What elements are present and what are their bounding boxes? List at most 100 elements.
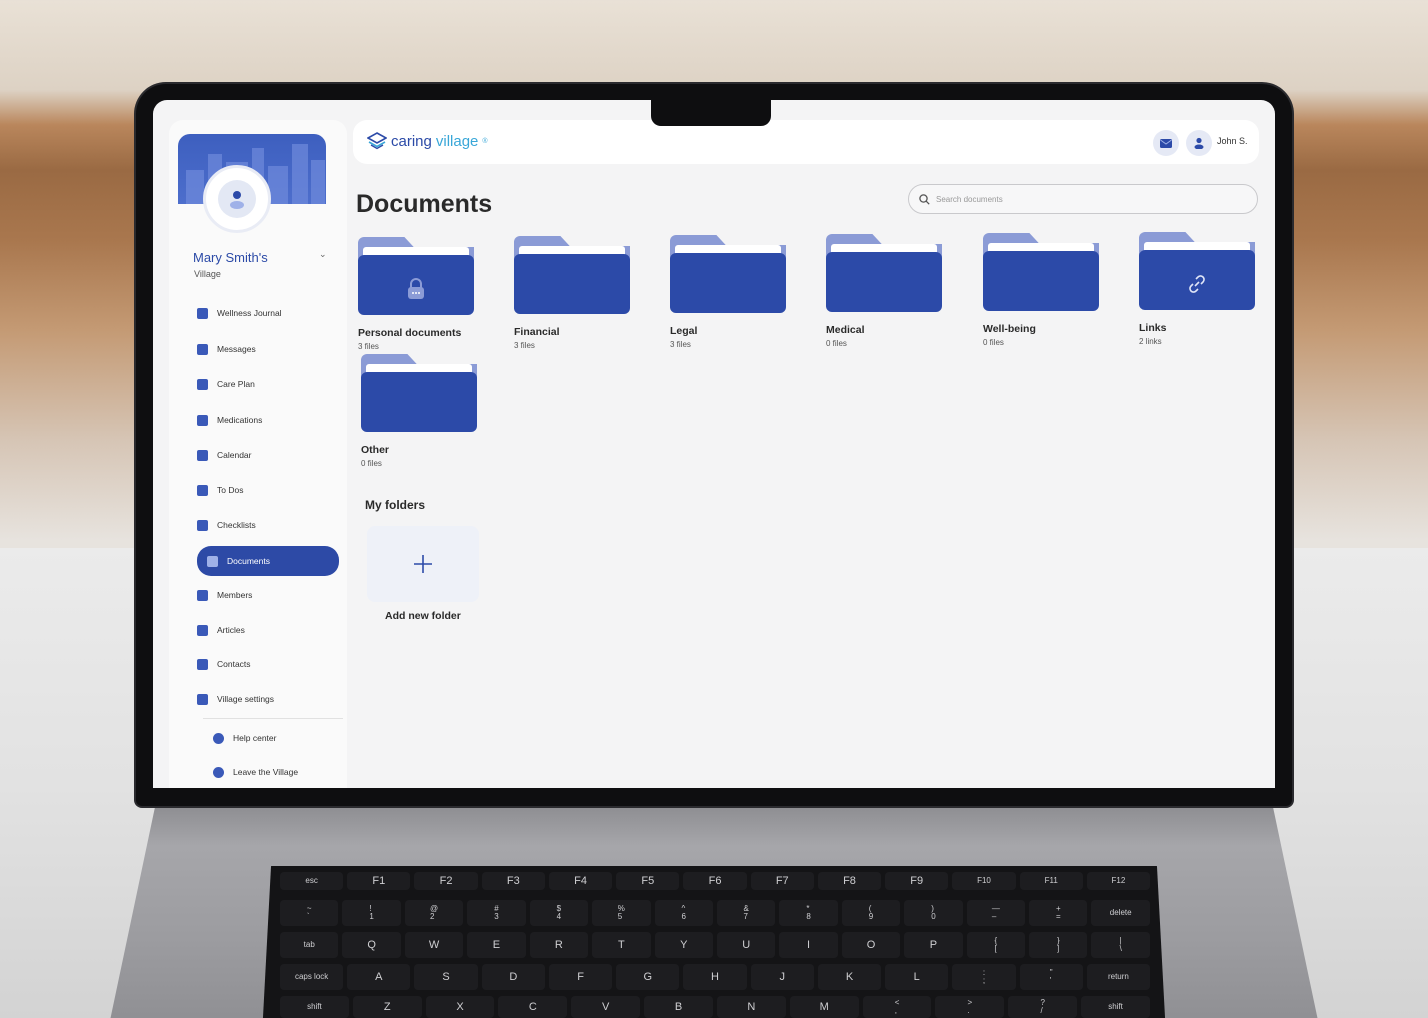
sidebar-divider	[203, 718, 343, 719]
keyboard-row4: caps lock A S D F G H J K L: ; " ' return	[280, 964, 1151, 990]
sidebar-item-label: Medications	[217, 415, 263, 425]
sidebar-item-messages[interactable]: Messages	[197, 339, 256, 359]
keyboard-key: F4	[548, 872, 613, 890]
keyboard-key: F1	[347, 872, 411, 890]
document-icon	[207, 555, 218, 567]
keyboard-key: tab	[280, 932, 339, 958]
keyboard-key: Q	[342, 932, 401, 958]
keyboard-key: I	[779, 932, 838, 958]
keyboard-key: S	[414, 964, 478, 990]
keyboard-key: : ;	[952, 964, 1016, 990]
sidebar-item-label: Care Plan	[217, 379, 255, 389]
sidebar-item-help-center[interactable]: Help center	[213, 728, 276, 748]
keyboard-key: ^ 6	[654, 900, 713, 926]
folder-name: Medical	[826, 324, 865, 336]
keyboard-row3: tab Q W E R T Y U I O P{ [} ] | \	[280, 932, 1150, 958]
sidebar-item-label: Articles	[217, 625, 245, 635]
keyboard-key: W	[404, 932, 464, 958]
folder-count: 3 files	[514, 341, 535, 350]
folder-personal-documents[interactable]: Personal documents 3 files	[358, 237, 474, 351]
keyboard-key: caps lock	[280, 964, 344, 990]
keyboard-key: F3	[481, 872, 545, 890]
keyboard-row2: ~ `! 1 @ 2 # 3 $ 4% 5 ^ 6 & 7 * 8( 9) 0— – + = d…	[280, 900, 1150, 926]
folder-icon	[826, 234, 942, 312]
keyboard-key: — –	[966, 900, 1026, 926]
keyboard-key: U	[716, 932, 776, 958]
keyboard-key: ! 1	[342, 900, 401, 926]
search-bar[interactable]	[908, 184, 1258, 214]
add-new-folder-label: Add new folder	[385, 610, 461, 622]
sidebar-item-medications[interactable]: Medications	[197, 410, 262, 430]
checklist-icon	[197, 519, 208, 531]
keyboard-key: V	[571, 996, 641, 1018]
logo-mark-icon	[367, 132, 387, 150]
sidebar-item-label: To Dos	[217, 485, 244, 495]
user-icon	[1194, 137, 1204, 149]
keyboard-key: % 5	[592, 900, 651, 926]
folder-other[interactable]: Other 0 files	[361, 354, 477, 468]
keyboard-key: F11	[1019, 872, 1083, 890]
folder-count: 3 files	[358, 342, 379, 351]
folder-count: 3 files	[670, 340, 691, 349]
caring-village-logo[interactable]: caring village ®	[367, 132, 488, 150]
exit-icon	[213, 766, 224, 778]
user-name[interactable]: John S.	[1217, 136, 1248, 146]
keyboard-key: D	[481, 964, 545, 990]
keyboard-key: esc	[280, 872, 344, 890]
user-icon	[230, 191, 244, 209]
folder-count: 0 files	[983, 338, 1004, 347]
folder-well-being[interactable]: Well-being 0 files	[983, 233, 1099, 347]
sidebar-item-members[interactable]: Members	[197, 585, 252, 605]
messages-button[interactable]	[1153, 130, 1179, 156]
folder-financial[interactable]: Financial 3 files	[514, 236, 630, 350]
sidebar-item-care-plan[interactable]: Care Plan	[197, 374, 255, 394]
sidebar-item-wellness-journal[interactable]: Wellness Journal	[197, 303, 282, 323]
keyboard-key: F12	[1086, 872, 1151, 890]
keyboard-key: delete	[1091, 900, 1150, 926]
keyboard-key: N	[716, 996, 786, 1018]
search-input[interactable]	[936, 194, 1236, 204]
clipboard-icon	[197, 484, 208, 496]
pill-bottle-icon	[197, 414, 208, 426]
sidebar-item-calendar[interactable]: Calendar	[197, 445, 252, 465]
sidebar-item-leave-the-village[interactable]: Leave the Village	[213, 762, 298, 782]
folder-legal[interactable]: Legal 3 files	[670, 235, 786, 349]
sidebar-item-checklists[interactable]: Checklists	[197, 515, 256, 535]
keyboard-key: C	[498, 996, 568, 1018]
journal-icon	[197, 307, 208, 319]
folder-medical[interactable]: Medical 0 files	[826, 234, 942, 348]
link-icon	[1183, 270, 1211, 298]
sidebar-item-contacts[interactable]: Contacts	[197, 654, 251, 674]
folder-name: Financial	[514, 326, 560, 338]
user-avatar-button[interactable]	[1186, 130, 1212, 156]
keyboard-key: E	[467, 932, 526, 958]
sidebar-item-label: Documents	[227, 556, 270, 566]
village-avatar[interactable]	[203, 165, 271, 233]
logo-text-caring: caring	[391, 132, 432, 150]
keyboard-key: F10	[952, 872, 1016, 890]
keyboard-key: < ,	[862, 996, 932, 1018]
app-screen: Mary Smith's Village ⌄ Wellness Journal M…	[153, 100, 1275, 788]
calendar-icon	[197, 449, 208, 461]
keyboard-key: M	[789, 996, 859, 1018]
add-new-folder-button[interactable]	[367, 526, 479, 602]
sidebar-item-to-dos[interactable]: To Dos	[197, 480, 243, 500]
keyboard-key: J	[750, 964, 814, 990]
keyboard-key: H	[683, 964, 747, 990]
keyboard-key: > .	[935, 996, 1005, 1018]
folder-links[interactable]: Links 2 links	[1139, 232, 1255, 346]
sidebar-item-documents[interactable]: Documents	[197, 546, 339, 576]
keyboard-key: & 7	[716, 900, 776, 926]
keyboard-key: T	[592, 932, 651, 958]
chevron-down-icon[interactable]: ⌄	[319, 250, 327, 260]
keyboard-key: | \	[1091, 932, 1150, 958]
sidebar-item-label: Leave the Village	[233, 767, 299, 777]
folder-name: Links	[1139, 322, 1167, 334]
village-name[interactable]: Mary Smith's	[193, 250, 268, 265]
keyboard-key: ~ `	[280, 900, 339, 926]
keyboard-key: F9	[885, 872, 949, 890]
keyboard-key: O	[841, 932, 901, 958]
sidebar-item-village-settings[interactable]: Village settings	[197, 689, 274, 709]
sidebar: Mary Smith's Village ⌄ Wellness Journal M…	[169, 120, 347, 788]
sidebar-item-articles[interactable]: Articles	[197, 620, 245, 640]
